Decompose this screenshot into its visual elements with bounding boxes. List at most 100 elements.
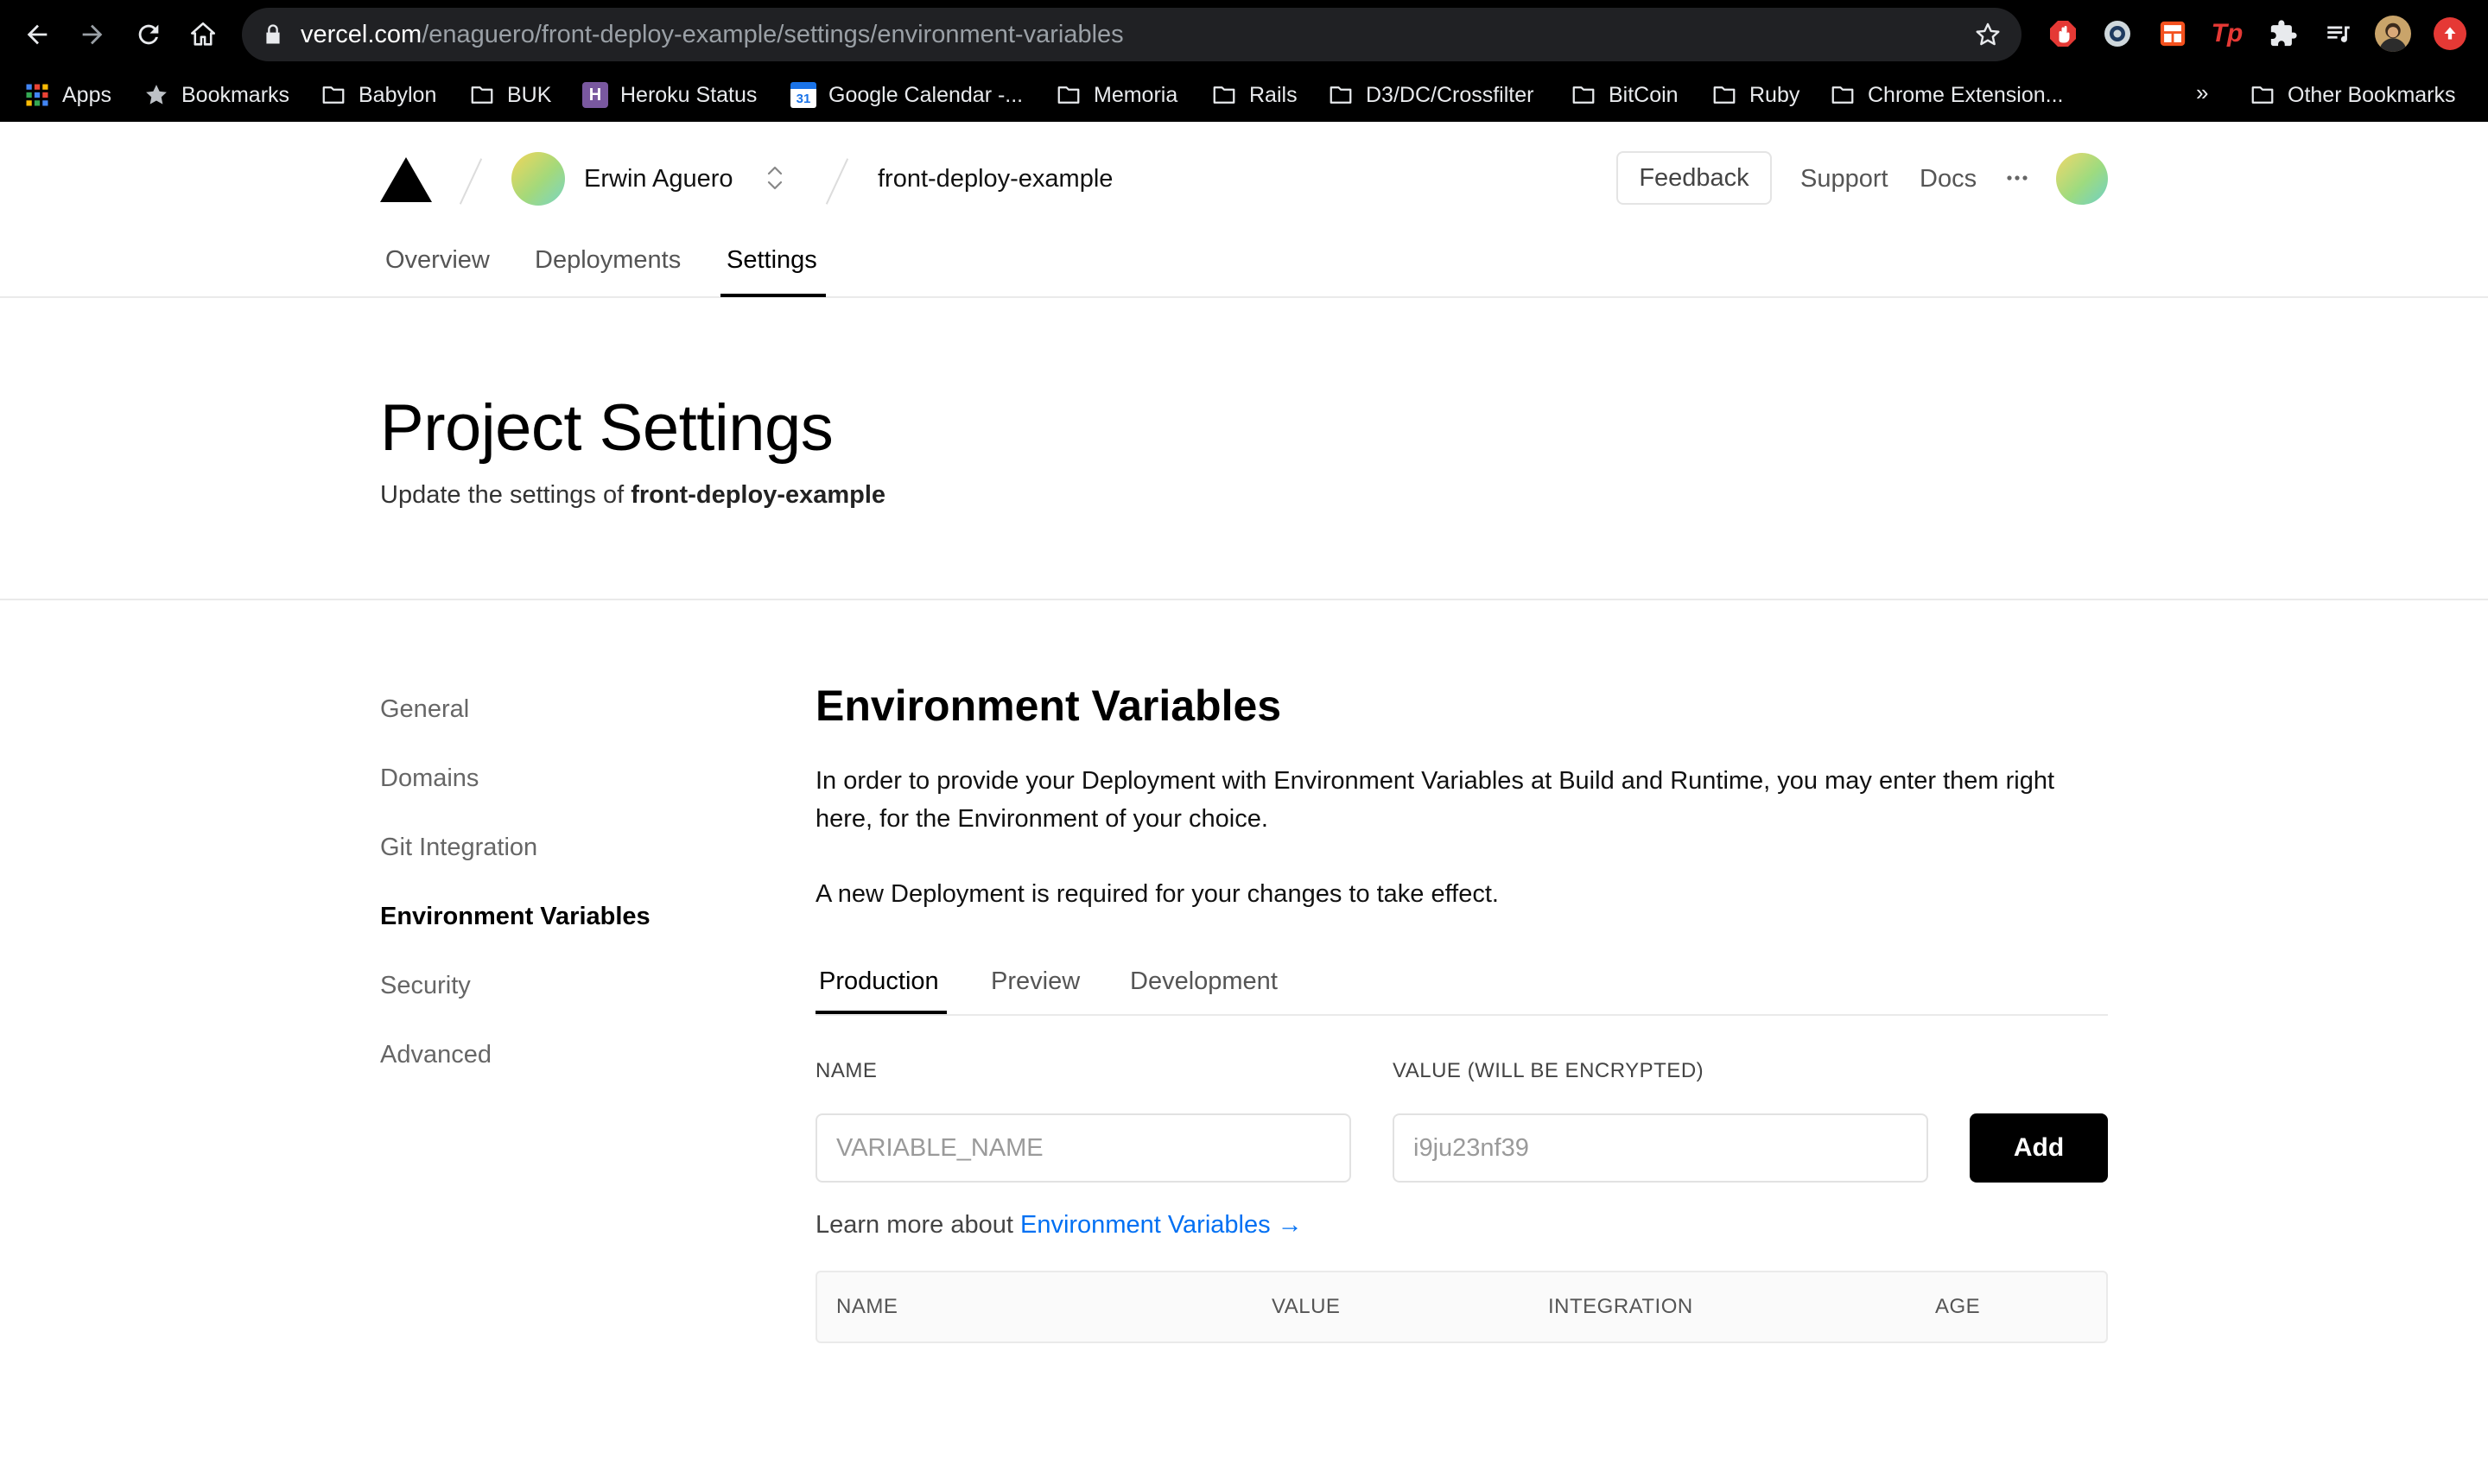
browser-toolbar: vercel.com/enaguero/front-deploy-example… — [0, 0, 2488, 122]
back-button[interactable] — [18, 16, 56, 54]
folder-icon — [322, 86, 345, 104]
bookmark-label: Babylon — [359, 82, 437, 107]
folder-icon — [2251, 86, 2274, 104]
tab-development[interactable]: Development — [1130, 964, 1278, 999]
bookmark-label: Rails — [1249, 82, 1298, 107]
apps-grid-icon — [26, 84, 48, 106]
arrow-left-icon — [27, 24, 48, 45]
calendar-icon: 31 — [790, 82, 816, 108]
bookmark-label: BitCoin — [1609, 82, 1679, 107]
vercel-logo-icon[interactable] — [380, 157, 432, 202]
tp-extension-icon[interactable]: Tp — [2211, 17, 2244, 50]
bookmark-star-icon[interactable] — [1973, 20, 2002, 49]
page-subtitle: Update the settings of front-deploy-exam… — [380, 478, 885, 512]
sidebar-item-general[interactable]: General — [380, 692, 469, 726]
active-tab-indicator — [720, 294, 826, 297]
arrow-right-icon — [82, 24, 103, 45]
chevron-up-down-icon[interactable] — [764, 161, 786, 195]
add-variable-button[interactable]: Add — [1970, 1113, 2108, 1183]
url-row: vercel.com/enaguero/front-deploy-example… — [0, 0, 2488, 69]
reload-icon — [138, 24, 159, 45]
support-link[interactable]: Support — [1800, 162, 1888, 196]
folder-icon — [471, 86, 493, 104]
environment-tabs: Production Preview Development — [816, 955, 2108, 1016]
bookmark-label: Memoria — [1094, 82, 1178, 107]
bookmark-apps[interactable]: Apps — [24, 78, 111, 112]
page-title: Project Settings — [380, 391, 834, 465]
bookmark-buk[interactable]: BUK — [469, 78, 551, 112]
star-icon — [146, 85, 167, 105]
folder-icon — [1831, 86, 1854, 104]
bookmark-label: Google Calendar -... — [828, 82, 1024, 107]
bookmark-ruby[interactable]: Ruby — [1711, 78, 1799, 112]
project-name[interactable]: front-deploy-example — [878, 162, 1113, 196]
bookmark-other-bookmarks[interactable]: Other Bookmarks — [2250, 78, 2456, 112]
env-notice: A new Deployment is required for your ch… — [816, 880, 1499, 908]
column-header-age[interactable]: AGE — [1935, 1293, 1980, 1321]
bookmark-label: Bookmarks — [181, 82, 290, 107]
folder-icon — [1213, 86, 1235, 104]
tab-settings[interactable]: Settings — [727, 243, 817, 277]
bookmark-label: Apps — [62, 82, 111, 107]
tab-preview[interactable]: Preview — [991, 964, 1080, 999]
address-bar[interactable]: vercel.com/enaguero/front-deploy-example… — [242, 8, 2022, 61]
url-text[interactable]: vercel.com/enaguero/front-deploy-example… — [301, 19, 1124, 50]
sidebar-item-git-integration[interactable]: Git Integration — [380, 830, 537, 865]
lock-icon — [266, 24, 280, 44]
bookmark-chrome-extension[interactable]: Chrome Extension... — [1830, 78, 2064, 112]
subtitle-project-name: front-deploy-example — [631, 481, 886, 509]
app-header: Erwin Aguero front-deploy-example Feedba… — [0, 122, 2488, 298]
variable-name-input[interactable] — [816, 1113, 1351, 1183]
tab-production[interactable]: Production — [819, 964, 939, 999]
learn-more-text: Learn more about Environment Variables → — [816, 1208, 1303, 1242]
bookmark-babylon[interactable]: Babylon — [321, 78, 436, 112]
tab-overview[interactable]: Overview — [385, 243, 490, 277]
column-header-name[interactable]: NAME — [836, 1293, 898, 1321]
column-header-value[interactable]: VALUE — [1272, 1293, 1340, 1321]
forward-button[interactable] — [73, 16, 111, 54]
reload-button[interactable] — [130, 16, 168, 54]
bookmark-google-calendar[interactable]: 31 Google Calendar -... — [790, 78, 1023, 112]
bookmark-d3-dc-crossfilter[interactable]: D3/DC/Crossfilter — [1328, 78, 1533, 112]
page-hero: Project Settings Update the settings of … — [0, 298, 2488, 600]
env-variables-docs-link[interactable]: Environment Variables → — [1020, 1211, 1303, 1239]
team-name[interactable]: Erwin Aguero — [584, 162, 733, 196]
variable-value-input[interactable] — [1393, 1113, 1928, 1183]
learn-more-prefix: Learn more about — [816, 1211, 1020, 1239]
bookmark-label: BUK — [507, 82, 552, 107]
bookmark-heroku-status[interactable]: H Heroku Status — [582, 78, 757, 112]
sidebar-item-domains[interactable]: Domains — [380, 761, 479, 796]
adblock-extension-icon[interactable] — [2047, 17, 2079, 50]
sidebar-item-advanced[interactable]: Advanced — [380, 1037, 492, 1072]
bookmark-rails[interactable]: Rails — [1211, 78, 1298, 112]
bookmark-label: Heroku Status — [620, 82, 758, 107]
grid-extension-icon[interactable] — [2156, 17, 2189, 50]
bookmarks-overflow-button[interactable]: » — [2196, 79, 2208, 106]
bookmarks-bar: Apps Bookmarks Babylon BUK H Heroku Stat… — [0, 69, 2488, 122]
tab-deployments[interactable]: Deployments — [535, 243, 681, 277]
more-dots-icon[interactable] — [2004, 165, 2030, 191]
column-header-integration[interactable]: INTEGRATION — [1548, 1293, 1693, 1321]
bookmark-bitcoin[interactable]: BitCoin — [1571, 78, 1679, 112]
subtitle-prefix: Update the settings of — [380, 481, 632, 509]
home-button[interactable] — [184, 16, 222, 54]
docs-link[interactable]: Docs — [1920, 162, 1977, 196]
feedback-button[interactable]: Feedback — [1616, 151, 1772, 205]
update-alert-icon[interactable] — [2434, 17, 2466, 50]
sidebar-item-security[interactable]: Security — [380, 968, 471, 1003]
user-avatar[interactable] — [2056, 153, 2108, 205]
profile-avatar-icon[interactable] — [2375, 16, 2411, 52]
variables-table-header: NAME VALUE INTEGRATION AGE — [816, 1271, 2108, 1343]
circle-extension-icon[interactable] — [2101, 17, 2134, 50]
team-avatar[interactable] — [511, 152, 565, 206]
sidebar-item-environment-variables[interactable]: Environment Variables — [380, 899, 651, 934]
bookmark-label: Chrome Extension... — [1868, 82, 2064, 107]
breadcrumb-separator — [459, 158, 483, 205]
media-queue-icon[interactable] — [2322, 17, 2355, 50]
bookmark-memoria[interactable]: Memoria — [1056, 78, 1177, 112]
bookmark-bookmarks[interactable]: Bookmarks — [143, 78, 289, 112]
active-env-tab-indicator — [816, 1011, 947, 1014]
name-field-label: NAME — [816, 1059, 878, 1082]
bookmark-label: Other Bookmarks — [2288, 82, 2456, 107]
puzzle-extensions-icon[interactable] — [2267, 17, 2300, 50]
